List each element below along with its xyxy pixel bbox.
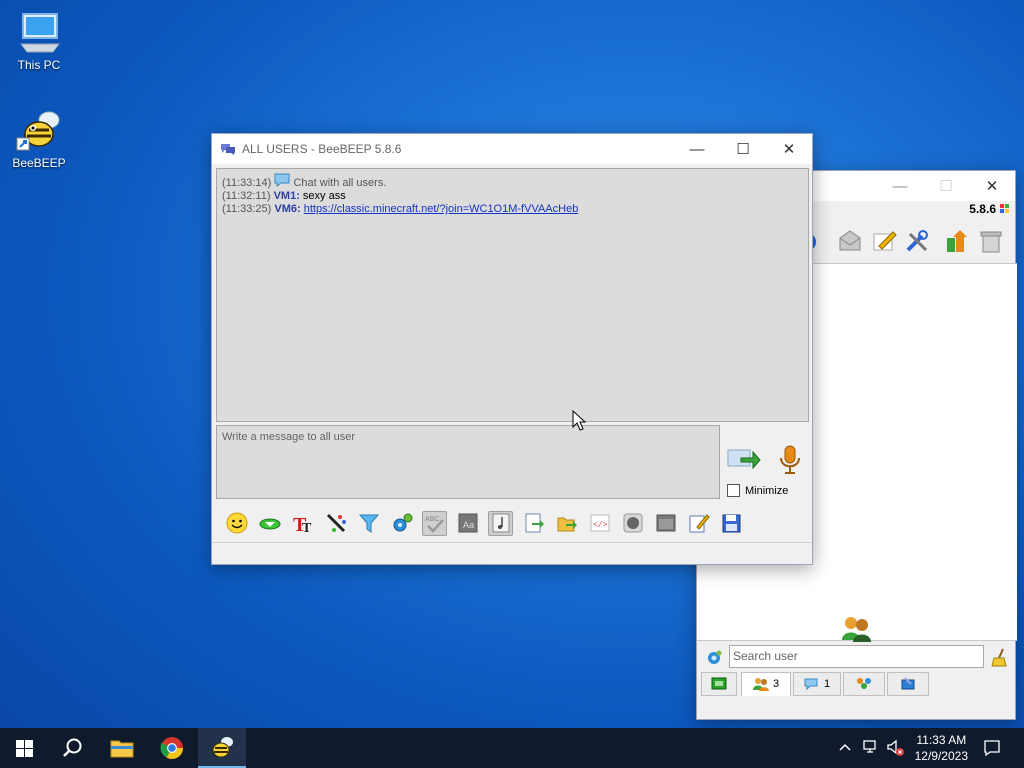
folder-icon	[110, 738, 134, 758]
show-hidden-icons-chevron-icon[interactable]	[838, 740, 852, 754]
search-icon	[62, 738, 82, 758]
version-label: 5.8.6	[969, 202, 1011, 216]
font-icon[interactable]: TT	[290, 511, 315, 536]
main-close-button[interactable]: ✕	[969, 171, 1015, 201]
search-user-input[interactable]: Search user	[729, 645, 984, 668]
bee-icon	[15, 106, 63, 154]
taskbar: 11:33 AM 12/9/2023	[0, 728, 1024, 768]
mouse-cursor-icon	[572, 410, 586, 432]
start-button[interactable]	[0, 728, 48, 768]
clock-time: 11:33 AM	[916, 733, 967, 747]
bee-icon	[210, 736, 234, 758]
save-chat-icon[interactable]	[719, 511, 744, 536]
svg-text:</>: </>	[593, 521, 608, 530]
network-tray-icon[interactable]	[862, 739, 880, 755]
chat-title-bar: ALL USERS - BeeBEEP 5.8.6 — ☐ ✕	[212, 134, 812, 164]
search-button[interactable]	[48, 728, 96, 768]
chat-message-log[interactable]: (11:33:14) Chat with all users. (11:32:1…	[216, 168, 809, 422]
tab-chats[interactable]: 1	[793, 672, 841, 696]
chat-message: (11:32:11) VM1: sexy ass	[222, 190, 346, 202]
message-link[interactable]: https://classic.minecraft.net/?join=WC1O…	[304, 203, 579, 215]
group-icon	[856, 677, 872, 691]
mail-icon[interactable]	[837, 228, 863, 254]
minimize-label: Minimize	[745, 484, 789, 497]
main-maximize-button[interactable]: ☐	[923, 171, 969, 201]
tab-network[interactable]	[701, 672, 737, 696]
message-input[interactable]: Write a message to all user	[216, 425, 720, 499]
chat-maximize-button[interactable]: ☐	[720, 134, 766, 164]
share-folder-icon[interactable]	[554, 511, 579, 536]
send-file-icon[interactable]	[521, 511, 546, 536]
action-center-icon[interactable]	[983, 739, 1001, 757]
chat-close-button[interactable]: ✕	[766, 134, 812, 164]
settings-gears-icon[interactable]	[389, 511, 414, 536]
svg-text:ABC: ABC	[425, 516, 439, 523]
font-size-icon[interactable]: Aa	[455, 511, 480, 536]
sender-name[interactable]: VM6:	[274, 203, 300, 215]
volume-muted-icon[interactable]	[886, 739, 906, 757]
color-picker-icon[interactable]	[323, 511, 348, 536]
record-icon[interactable]	[620, 511, 645, 536]
clock-date: 12/9/2023	[914, 749, 968, 763]
chats-count: 1	[823, 678, 831, 690]
emoticon-icon[interactable]	[224, 511, 249, 536]
tab-groups[interactable]	[843, 672, 885, 696]
chat-window: ALL USERS - BeeBEEP 5.8.6 — ☐ ✕ (11:33:1…	[211, 133, 813, 565]
chat-message: (11:33:14) Chat with all users.	[222, 173, 803, 190]
taskbar-chrome[interactable]	[148, 728, 196, 768]
minimize-checkbox[interactable]	[727, 484, 740, 497]
html-code-icon[interactable]: </>	[587, 511, 612, 536]
chrome-icon	[160, 736, 184, 760]
spellcheck-icon[interactable]: ABC	[422, 510, 447, 536]
chat-window-title: ALL USERS - BeeBEEP 5.8.6	[242, 142, 402, 156]
filter-icon[interactable]	[356, 511, 381, 536]
chat-bubble-icon	[274, 173, 290, 187]
desktop-icon-beebeep[interactable]: BeeBEEP	[4, 106, 74, 170]
search-settings-icon[interactable]	[705, 649, 723, 667]
svg-text:Aa: Aa	[463, 520, 474, 530]
chat-message: (11:33:25) VM6: https://classic.minecraf…	[222, 203, 579, 215]
chat-status-bar	[212, 542, 812, 564]
svg-text:T: T	[302, 521, 312, 534]
network-icon	[711, 677, 727, 691]
desktop-icon-this-pc[interactable]: This PC	[4, 8, 74, 72]
edit-note-icon[interactable]	[686, 511, 711, 536]
chat-minimize-button[interactable]: —	[674, 134, 720, 164]
minimize-option: Minimize	[727, 484, 788, 497]
clear-search-broom-icon[interactable]	[990, 647, 1010, 667]
share-icon	[900, 677, 916, 691]
users-group-icon	[841, 614, 873, 642]
desktop-icon-label: This PC	[17, 58, 61, 72]
system-clock[interactable]: 11:33 AM 12/9/2023	[915, 732, 968, 764]
sender-name[interactable]: VM1:	[274, 190, 300, 202]
screenshot-icon[interactable]	[653, 511, 678, 536]
edit-profile-icon[interactable]	[871, 228, 897, 254]
main-minimize-button[interactable]: —	[877, 171, 923, 201]
taskbar-file-explorer[interactable]	[98, 728, 146, 768]
voice-message-mic-icon[interactable]	[778, 444, 802, 476]
chat-app-icon	[220, 142, 236, 156]
update-icon[interactable]	[944, 228, 970, 254]
chat-toolbar: TT ABC Aa </>	[216, 505, 809, 541]
main-tab-bar: 3 1	[697, 672, 1017, 697]
desktop-icon-label: BeeBEEP	[12, 156, 66, 170]
download-arrow-icon[interactable]	[257, 511, 282, 536]
tools-icon[interactable]	[904, 228, 930, 254]
taskbar-beebeep[interactable]	[198, 728, 246, 768]
tab-shared-files[interactable]	[887, 672, 929, 696]
tab-users[interactable]: 3	[741, 672, 791, 696]
flag-icon	[999, 203, 1011, 215]
send-message-button[interactable]	[727, 444, 761, 474]
trash-icon[interactable]	[978, 228, 1004, 254]
users-icon	[752, 677, 769, 691]
music-note-icon[interactable]	[488, 510, 513, 536]
windows-logo-icon	[15, 739, 33, 757]
message-text: sexy ass	[302, 190, 346, 202]
monitor-icon	[15, 8, 63, 56]
chat-icon	[804, 677, 820, 691]
users-count: 3	[772, 678, 780, 690]
